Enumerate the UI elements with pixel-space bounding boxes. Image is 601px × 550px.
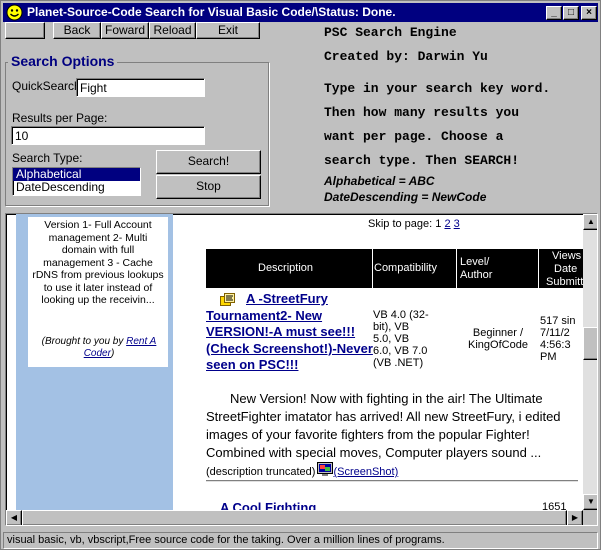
scroll-right-icon[interactable]: ▶ [567, 510, 583, 525]
search-options-title: Search Options [8, 53, 118, 69]
status-bar: visual basic, vb, vbscript,Free source c… [3, 532, 598, 549]
views-line: 7/11/2 [540, 327, 570, 339]
brought-prefix: (Brought to you by [41, 336, 124, 347]
header-description: Description [258, 262, 314, 274]
back-button[interactable]: Back [53, 22, 101, 39]
compat-line: 6.0, VB 7.0 [373, 345, 428, 357]
header-views: Views [552, 250, 582, 262]
info-alphabetical: Alphabetical = ABC [324, 174, 435, 188]
brought-suffix: ) [110, 348, 115, 359]
header-level: Level/ [460, 256, 490, 268]
info-instruction-1: Type in your search key word. [324, 81, 551, 96]
exit-button[interactable]: Exit [196, 22, 260, 39]
header-compatibility: Compatibility [374, 262, 437, 274]
scroll-left-icon[interactable]: ◀ [6, 510, 22, 525]
results-per-page-label: Results per Page: [12, 111, 108, 125]
web-browser[interactable]: Version 1- Full Account management 2- Mu… [5, 213, 598, 526]
compat-line: bit), VB [373, 321, 410, 333]
reload-button[interactable]: Reload [149, 22, 196, 39]
stop-button[interactable]: Stop [156, 175, 261, 199]
screenshot-icon[interactable] [317, 462, 334, 476]
result-title-rest[interactable]: Tournament2- New VERSION!-A must see!!!(… [206, 308, 373, 373]
header-date: Date [554, 263, 578, 275]
results-per-page-input[interactable]: 10 [11, 126, 205, 145]
vertical-scroll-thumb[interactable] [583, 327, 597, 360]
page-link-3[interactable]: 3 [454, 218, 460, 230]
result-description: New Version! Now with fighting in the ai… [206, 390, 586, 481]
views-line: 517 sin [540, 315, 576, 327]
quicksearch-label: QuickSearch: [12, 79, 85, 93]
forward-button[interactable]: Foward [101, 22, 149, 39]
header-submitted: Submitt [546, 276, 584, 288]
result-level-author: Beginner / KingOfCode [458, 327, 538, 351]
header-divider [372, 249, 373, 288]
info-instruction-3: want per page. Choose a [324, 129, 504, 144]
info-author: Created by: Darwin Yu [324, 49, 488, 64]
search-type-label: Search Type: [12, 151, 83, 165]
result-title-line1[interactable]: A -StreetFury [246, 291, 328, 306]
header-divider [538, 249, 539, 288]
info-instruction-4: search type. Then SEARCH! [324, 153, 520, 168]
views-line: 4:56:3 [540, 339, 571, 351]
description-truncated: (description truncated) [206, 466, 316, 478]
horizontal-scrollbar[interactable]: ◀ ▶ [6, 510, 583, 525]
close-button[interactable]: × [581, 6, 597, 20]
minimize-button[interactable]: _ [546, 6, 562, 20]
search-button[interactable]: Search! [156, 150, 261, 174]
page-link-2[interactable]: 2 [444, 218, 450, 230]
header-divider [456, 249, 457, 288]
page-link-1[interactable]: 1 [435, 218, 441, 230]
maximize-button[interactable]: □ [563, 6, 579, 20]
result-compatibility: VB 4.0 (32- bit), VB 5.0, VB 6.0, VB 7.0… [373, 309, 455, 369]
search-type-list[interactable]: Alphabetical DateDescending [12, 167, 141, 196]
skip-to-page: Skip to page: 1 2 3 [368, 218, 460, 230]
scroll-corner [583, 510, 597, 525]
row-separator [206, 480, 578, 482]
info-instruction-2: Then how many results you [324, 105, 520, 120]
horizontal-scroll-thumb[interactable] [22, 510, 567, 525]
brought-to-you: (Brought to you by Rent A Coder) [29, 336, 169, 360]
result-level: Beginner / [472, 327, 524, 339]
info-title: PSC Search Engine [324, 25, 457, 40]
header-author: Author [460, 269, 493, 281]
search-type-option-datedescending[interactable]: DateDescending [13, 181, 140, 194]
skip-label: Skip to page: [368, 218, 433, 230]
description-text: New Version! Now with fighting in the ai… [206, 391, 561, 460]
screenshot-link[interactable]: (ScreenShot) [333, 466, 398, 478]
results-table-header: Description Compatibility Level/ Author … [206, 249, 583, 288]
result-title-link[interactable]: A -StreetFury Tournament2- New VERSION!-… [206, 291, 374, 374]
scroll-down-icon[interactable]: ▼ [583, 494, 597, 510]
quicksearch-input[interactable]: Fight [76, 78, 205, 97]
result-author[interactable]: KingOfCode [458, 339, 538, 351]
compat-line: (VB .NET) [373, 357, 424, 369]
vertical-scrollbar[interactable]: ▲ ▼ [583, 214, 597, 510]
window-title: Planet-Source-Code Search for Visual Bas… [27, 5, 396, 19]
title-bar: Planet-Source-Code Search for Visual Bas… [3, 3, 598, 22]
app-window: Planet-Source-Code Search for Visual Bas… [0, 0, 601, 550]
result-views-date: 517 sin 7/11/2 4:56:3 PM [540, 315, 584, 363]
compat-line: VB 4.0 (32- [373, 309, 429, 321]
scroll-up-icon[interactable]: ▲ [583, 214, 597, 230]
info-datedescending: DateDescending = NewCode [324, 190, 487, 204]
blank-nav-slot [5, 22, 45, 39]
smiley-icon [6, 4, 23, 21]
compat-line: 5.0, VB [373, 333, 410, 345]
views-line: PM [540, 351, 557, 363]
